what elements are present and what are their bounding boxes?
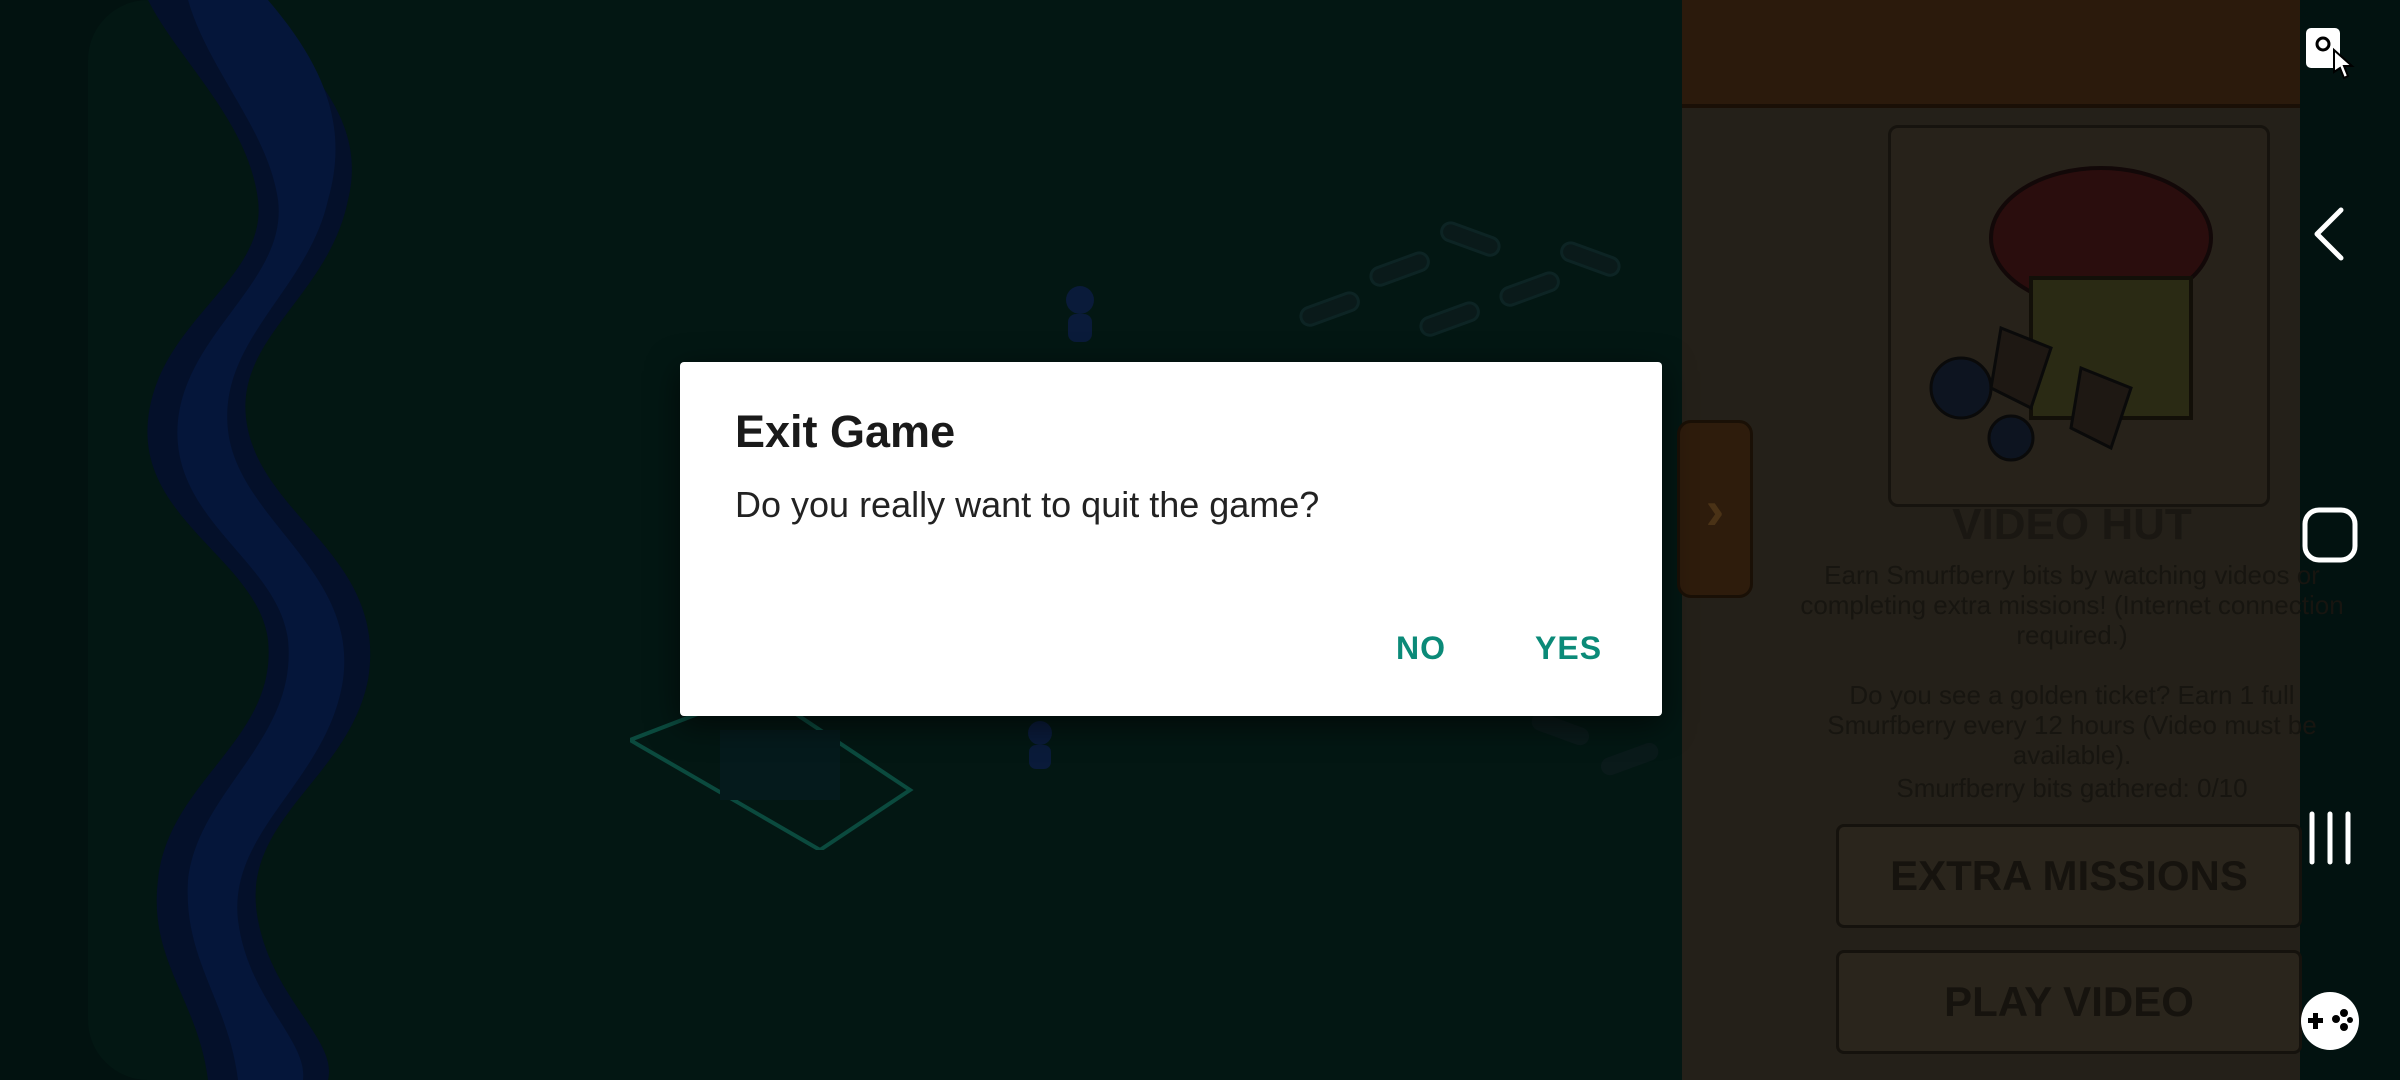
gamepad-icon[interactable] <box>2290 981 2370 1061</box>
exit-game-dialog: Exit Game Do you really want to quit the… <box>680 362 1662 716</box>
no-button[interactable]: NO <box>1396 630 1446 667</box>
yes-button[interactable]: YES <box>1535 630 1602 667</box>
panel-collapse-arrow-icon[interactable]: › <box>1677 420 1753 598</box>
river-decoration <box>147 0 371 1080</box>
back-icon[interactable] <box>2290 194 2370 274</box>
extra-missions-button[interactable]: EXTRA MISSIONS <box>1836 824 2302 928</box>
screenshot-touch-icon[interactable] <box>2290 14 2370 94</box>
home-icon[interactable] <box>2290 495 2370 575</box>
smurf-figure-decoration <box>1066 286 1094 342</box>
smurf-figure-decoration-2 <box>1028 721 1052 769</box>
panel-top-bar <box>1682 0 2300 108</box>
log-pile-decoration <box>1299 221 1621 337</box>
play-video-button[interactable]: PLAY VIDEO <box>1836 950 2302 1054</box>
dialog-message: Do you really want to quit the game? <box>735 484 1320 525</box>
recents-icon[interactable] <box>2290 798 2370 878</box>
dialog-title: Exit Game <box>735 406 956 457</box>
video-hut-image <box>1888 125 2270 507</box>
